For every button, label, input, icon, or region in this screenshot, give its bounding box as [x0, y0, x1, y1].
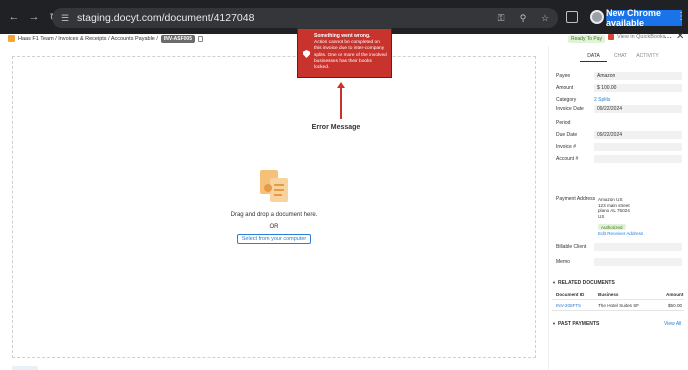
- address-line: US: [598, 213, 605, 219]
- column-business: Business: [598, 292, 619, 297]
- key-icon[interactable]: ⚿: [494, 11, 508, 25]
- related-documents-title: RELATED DOCUMENTS: [557, 280, 615, 286]
- bottom-tab[interactable]: [12, 366, 38, 370]
- related-amount: $50.00: [668, 303, 683, 308]
- star-icon[interactable]: ☆: [538, 11, 552, 25]
- due-date-field[interactable]: 09/22/2024: [594, 131, 682, 139]
- view-all-link[interactable]: View All: [664, 321, 681, 327]
- billable-client-field[interactable]: [594, 243, 682, 251]
- error-toast: Something went wrong. Action cannot be c…: [297, 28, 392, 78]
- docyt-logo[interactable]: [8, 35, 15, 42]
- more-options-icon[interactable]: ⋯: [664, 33, 672, 42]
- period-label: Period: [556, 120, 571, 126]
- or-separator: OR: [269, 224, 279, 230]
- table-divider: [552, 310, 684, 311]
- panel-tabs: DATA CHAT ACTIVITY: [580, 53, 661, 62]
- tab-data[interactable]: DATA: [580, 53, 607, 62]
- select-file-button[interactable]: Select from your computer: [237, 234, 311, 244]
- url-text[interactable]: staging.docyt.com/document/4127048: [77, 12, 254, 24]
- due-date-label: Due Date: [556, 132, 578, 138]
- caret-down-icon: ▼: [552, 280, 556, 285]
- address-bar[interactable]: ☰ staging.docyt.com/document/4127048 ⚿ ⚲…: [52, 8, 558, 28]
- tab-activity[interactable]: ACTIVITY: [634, 53, 661, 62]
- table-divider: [552, 299, 684, 300]
- document-illustration: [260, 170, 288, 202]
- payment-address-label: Payment Address: [556, 196, 596, 202]
- memo-label: Memo: [556, 259, 570, 265]
- view-in-quickbooks-link[interactable]: View in QuickBooks: [608, 34, 666, 40]
- profile-avatar[interactable]: [590, 10, 604, 24]
- billable-client-label: Billable Client: [556, 244, 587, 250]
- invoice-id-badge: INV-ASF005: [160, 35, 195, 43]
- drop-instructions: Drag and drop a document here.: [230, 212, 318, 218]
- quickbooks-label: View in QuickBooks: [617, 34, 666, 40]
- past-payments-header[interactable]: ▼ PAST PAYMENTS: [552, 321, 599, 327]
- amount-label: Amount: [556, 85, 574, 91]
- copy-icon[interactable]: [198, 36, 203, 42]
- shield-icon: [303, 50, 310, 58]
- document-dropzone[interactable]: [12, 56, 536, 358]
- extensions-icon[interactable]: [566, 11, 578, 23]
- related-business: The Hotel Suites SF: [598, 303, 640, 308]
- invoice-number-field[interactable]: [594, 143, 682, 151]
- error-title: Something went wrong.: [314, 33, 371, 39]
- authorized-badge: Authorized: [598, 224, 626, 230]
- related-document-link[interactable]: INV-208FT5: [556, 303, 581, 308]
- payee-label: Payee: [556, 73, 571, 79]
- site-settings-icon[interactable]: ☰: [58, 11, 72, 25]
- category-label: Category: [556, 97, 577, 103]
- caret-down-icon: ▼: [552, 321, 556, 326]
- status-badge: Ready To Pay: [568, 35, 606, 43]
- zoom-icon[interactable]: ⚲: [516, 11, 530, 25]
- account-number-field[interactable]: [594, 155, 682, 163]
- back-icon[interactable]: ←: [6, 9, 22, 25]
- chrome-menu-icon[interactable]: ⋮: [676, 11, 686, 22]
- close-icon[interactable]: ✕: [676, 31, 684, 42]
- payee-field[interactable]: Amazon: [594, 72, 682, 80]
- forward-icon[interactable]: →: [26, 9, 42, 25]
- annotation-label: Error Message: [311, 124, 361, 131]
- chrome-update-button[interactable]: New Chrome available: [606, 8, 682, 28]
- breadcrumb-path[interactable]: Haas F1 Team / Invoices & Receipts / Acc…: [18, 36, 158, 42]
- memo-field[interactable]: [594, 258, 682, 266]
- annotation-arrow: [340, 85, 342, 119]
- payment-address: Amazon US 123 main street plano AL 75024…: [598, 197, 630, 219]
- breadcrumb: Haas F1 Team / Invoices & Receipts / Acc…: [18, 35, 203, 43]
- category-splits-link[interactable]: 2 Splits: [594, 97, 610, 103]
- invoice-date-field[interactable]: 09/22/2024: [594, 105, 682, 113]
- related-documents-header[interactable]: ▼ RELATED DOCUMENTS: [552, 280, 615, 286]
- tab-chat[interactable]: CHAT: [607, 53, 634, 62]
- quickbooks-icon: [608, 34, 614, 40]
- address-line: plano AL 75024: [598, 208, 630, 213]
- edit-receiver-address-link[interactable]: Edit Receiver Address: [598, 231, 643, 236]
- account-number-label: Account #: [556, 156, 579, 162]
- amount-field[interactable]: $ 100.00: [594, 84, 682, 92]
- column-amount: Amount: [666, 292, 684, 297]
- column-document-id: Document ID: [556, 292, 585, 297]
- invoice-number-label: Invoice #: [556, 144, 577, 150]
- invoice-date-label: Invoice Date: [556, 106, 584, 112]
- error-message: Action cannot be completed on this invoi…: [314, 40, 387, 71]
- past-payments-title: PAST PAYMENTS: [557, 321, 600, 327]
